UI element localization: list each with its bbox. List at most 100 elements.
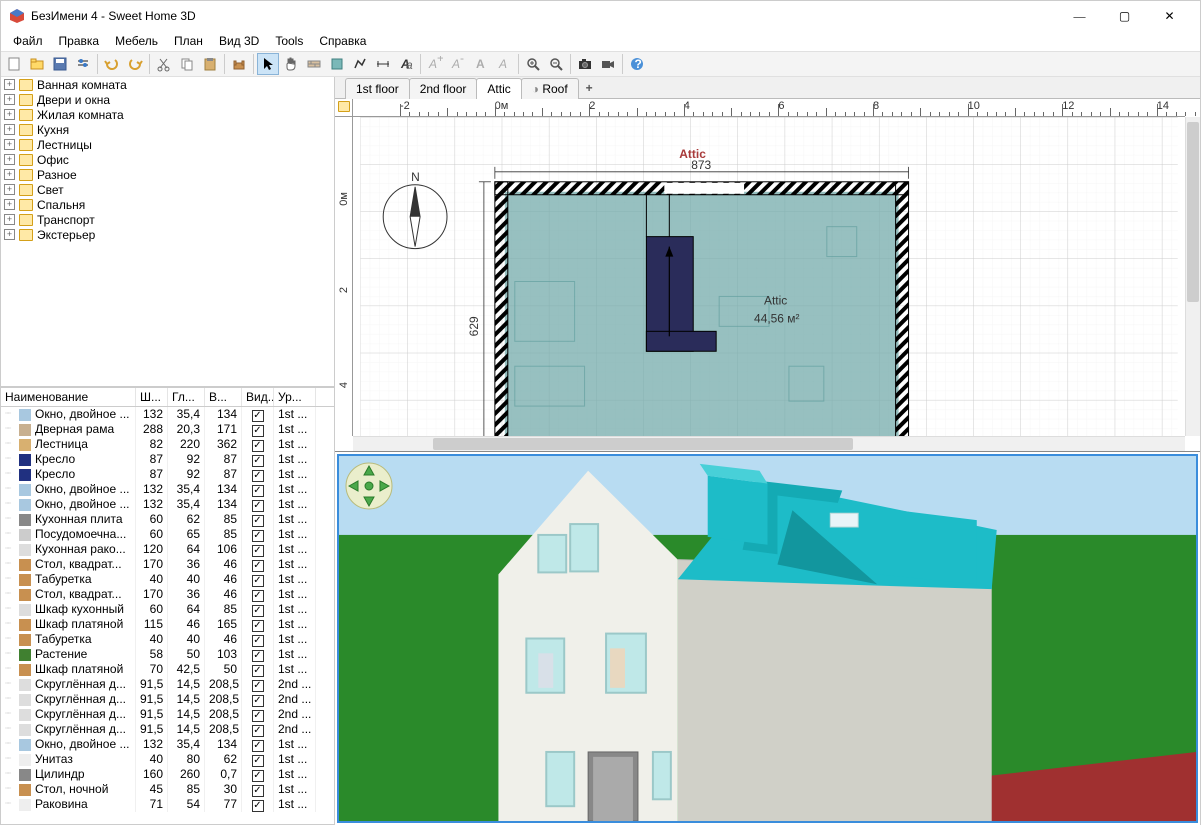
visible-checkbox[interactable]: ✓ [252, 515, 264, 527]
visible-checkbox[interactable]: ✓ [252, 575, 264, 587]
table-row[interactable]: ┈┈Кухонная плита606285✓1st ... [1, 512, 334, 527]
catalog-item[interactable]: +Офис [1, 152, 334, 167]
col-height[interactable]: В... [205, 388, 242, 406]
table-row[interactable]: ┈┈Табуретка404046✓1st ... [1, 632, 334, 647]
col-visible[interactable]: Вид... [242, 388, 274, 406]
table-row[interactable]: ┈┈Кресло879287✓1st ... [1, 452, 334, 467]
cut-button[interactable] [153, 53, 175, 75]
table-row[interactable]: ┈┈Цилиндр1602600,7✓1st ... [1, 767, 334, 782]
visible-checkbox[interactable]: ✓ [252, 635, 264, 647]
tab-2nd-floor[interactable]: 2nd floor [409, 78, 478, 99]
new-button[interactable] [3, 53, 25, 75]
table-row[interactable]: ┈┈Шкаф кухонный606485✓1st ... [1, 602, 334, 617]
visible-checkbox[interactable]: ✓ [252, 665, 264, 677]
plan-scrollbar-v[interactable] [1185, 117, 1200, 436]
table-row[interactable]: ┈┈Окно, двойное ...13235,4134✓1st ... [1, 497, 334, 512]
expand-icon[interactable]: + [4, 214, 15, 225]
menu-tools[interactable]: Tools [267, 32, 311, 50]
plan-scrollbar-h[interactable] [353, 436, 1185, 451]
preferences-button[interactable] [72, 53, 94, 75]
expand-icon[interactable]: + [4, 184, 15, 195]
expand-icon[interactable]: + [4, 199, 15, 210]
table-row[interactable]: ┈┈Посудомоечна...606585✓1st ... [1, 527, 334, 542]
close-button[interactable]: ✕ [1147, 2, 1192, 31]
help-button[interactable]: ? [626, 53, 648, 75]
menu-файл[interactable]: Файл [5, 32, 51, 50]
furniture-catalog[interactable]: +Ванная комната+Двери и окна+Жилая комна… [1, 77, 334, 387]
visible-checkbox[interactable]: ✓ [252, 530, 264, 542]
save-button[interactable] [49, 53, 71, 75]
visible-checkbox[interactable]: ✓ [252, 785, 264, 797]
menu-правка[interactable]: Правка [51, 32, 108, 50]
visible-checkbox[interactable]: ✓ [252, 800, 264, 812]
table-row[interactable]: ┈┈Шкаф платяной7042,550✓1st ... [1, 662, 334, 677]
furniture-table[interactable]: ┈┈Окно, двойное ...13235,4134✓1st ...┈┈Д… [1, 407, 334, 825]
table-row[interactable]: ┈┈Шкаф платяной11546165✓1st ... [1, 617, 334, 632]
create-text-tool[interactable]: Aa [395, 53, 417, 75]
visible-checkbox[interactable]: ✓ [252, 440, 264, 452]
menu-план[interactable]: План [166, 32, 211, 50]
menu-мебель[interactable]: Мебель [107, 32, 166, 50]
visible-checkbox[interactable]: ✓ [252, 650, 264, 662]
table-row[interactable]: ┈┈Дверная рама28820,3171✓1st ... [1, 422, 334, 437]
visible-checkbox[interactable]: ✓ [252, 620, 264, 632]
catalog-item[interactable]: +Спальня [1, 197, 334, 212]
scroll-thumb[interactable] [1187, 122, 1199, 302]
table-row[interactable]: ┈┈Окно, двойное ...13235,4134✓1st ... [1, 737, 334, 752]
table-row[interactable]: ┈┈Скруглённая д...91,514,5208,5✓2nd ... [1, 722, 334, 737]
table-row[interactable]: ┈┈Табуретка404046✓1st ... [1, 572, 334, 587]
table-row[interactable]: ┈┈Скруглённая д...91,514,5208,5✓2nd ... [1, 677, 334, 692]
visible-checkbox[interactable]: ✓ [252, 590, 264, 602]
copy-button[interactable] [176, 53, 198, 75]
catalog-item[interactable]: +Жилая комната [1, 107, 334, 122]
furniture-table-header[interactable]: Наименование Ш... Гл... В... Вид... Ур..… [1, 387, 334, 407]
expand-icon[interactable]: + [4, 169, 15, 180]
table-row[interactable]: ┈┈Скруглённая д...91,514,5208,5✓2nd ... [1, 692, 334, 707]
catalog-item[interactable]: +Лестницы [1, 137, 334, 152]
zoom-in-button[interactable] [522, 53, 544, 75]
catalog-item[interactable]: +Свет [1, 182, 334, 197]
expand-icon[interactable]: + [4, 94, 15, 105]
catalog-item[interactable]: +Разное [1, 167, 334, 182]
create-walls-tool[interactable] [303, 53, 325, 75]
undo-button[interactable] [101, 53, 123, 75]
add-furniture-button[interactable] [228, 53, 250, 75]
visible-checkbox[interactable]: ✓ [252, 755, 264, 767]
open-button[interactable] [26, 53, 48, 75]
maximize-button[interactable]: ▢ [1102, 2, 1147, 31]
col-name[interactable]: Наименование [1, 388, 136, 406]
expand-icon[interactable]: + [4, 139, 15, 150]
table-row[interactable]: ┈┈Окно, двойное ...13235,4134✓1st ... [1, 482, 334, 497]
col-level[interactable]: Ур... [274, 388, 316, 406]
plan-view[interactable]: -20м2468101214 0м24 [335, 99, 1200, 452]
table-row[interactable]: ┈┈Окно, двойное ...13235,4134✓1st ... [1, 407, 334, 422]
plan-canvas[interactable]: N [353, 117, 1185, 436]
catalog-item[interactable]: +Ванная комната [1, 77, 334, 92]
visible-checkbox[interactable]: ✓ [252, 710, 264, 722]
expand-icon[interactable]: + [4, 154, 15, 165]
visible-checkbox[interactable]: ✓ [252, 680, 264, 692]
visible-checkbox[interactable]: ✓ [252, 725, 264, 737]
visible-checkbox[interactable]: ✓ [252, 695, 264, 707]
italic-button[interactable]: A [493, 53, 515, 75]
table-row[interactable]: ┈┈Кухонная рако...12064106✓1st ... [1, 542, 334, 557]
table-row[interactable]: ┈┈Раковина715477✓1st ... [1, 797, 334, 812]
col-width[interactable]: Ш... [136, 388, 168, 406]
visible-checkbox[interactable]: ✓ [252, 425, 264, 437]
visible-checkbox[interactable]: ✓ [252, 545, 264, 557]
view-3d[interactable] [337, 454, 1198, 823]
col-depth[interactable]: Гл... [168, 388, 205, 406]
visible-checkbox[interactable]: ✓ [252, 410, 264, 422]
visible-checkbox[interactable]: ✓ [252, 455, 264, 467]
zoom-out-button[interactable] [545, 53, 567, 75]
expand-icon[interactable]: + [4, 124, 15, 135]
catalog-item[interactable]: +Транспорт [1, 212, 334, 227]
tab-1st-floor[interactable]: 1st floor [345, 78, 410, 99]
tab-attic[interactable]: Attic [476, 78, 521, 99]
visible-checkbox[interactable]: ✓ [252, 500, 264, 512]
visible-checkbox[interactable]: ✓ [252, 485, 264, 497]
create-polylines-tool[interactable] [349, 53, 371, 75]
table-row[interactable]: ┈┈Унитаз408062✓1st ... [1, 752, 334, 767]
expand-icon[interactable]: + [4, 109, 15, 120]
menu-вид 3d[interactable]: Вид 3D [211, 32, 267, 50]
